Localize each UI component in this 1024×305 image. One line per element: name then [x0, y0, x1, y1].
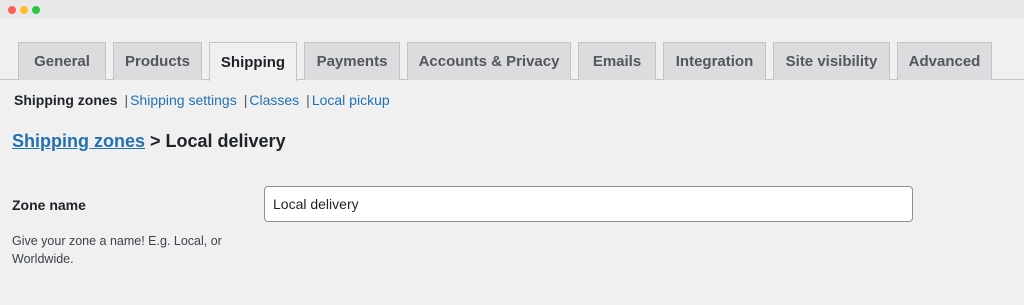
tab-integration[interactable]: Integration	[663, 42, 766, 80]
window-titlebar	[0, 0, 1024, 19]
subnav-separator: |	[124, 92, 129, 108]
subnav-separator: |	[243, 92, 248, 108]
shipping-subnav: Shipping zones | Shipping settings | Cla…	[14, 92, 390, 108]
tab-accounts-privacy[interactable]: Accounts & Privacy	[407, 42, 571, 80]
tab-shipping[interactable]: Shipping	[209, 42, 297, 81]
subnav-classes[interactable]: Classes	[249, 92, 299, 108]
subnav-local-pickup[interactable]: Local pickup	[312, 92, 390, 108]
breadcrumb-arrow: >	[150, 131, 161, 151]
minimize-window-button[interactable]	[20, 6, 28, 14]
close-window-button[interactable]	[8, 6, 16, 14]
tab-general[interactable]: General	[18, 42, 106, 80]
maximize-window-button[interactable]	[32, 6, 40, 14]
subnav-shipping-settings[interactable]: Shipping settings	[130, 92, 237, 108]
page-title: Shipping zones > Local delivery	[12, 131, 286, 152]
tab-site-visibility[interactable]: Site visibility	[773, 42, 890, 80]
subnav-shipping-zones[interactable]: Shipping zones	[14, 92, 117, 108]
tab-products[interactable]: Products	[113, 42, 202, 80]
zone-name-input[interactable]	[264, 186, 913, 222]
tab-emails[interactable]: Emails	[578, 42, 656, 80]
zone-name-description: Give your zone a name! E.g. Local, or Wo…	[12, 234, 222, 266]
tab-advanced[interactable]: Advanced	[897, 42, 992, 80]
zone-name-label: Zone name	[12, 197, 86, 213]
breadcrumb-shipping-zones-link[interactable]: Shipping zones	[12, 131, 145, 151]
tab-payments[interactable]: Payments	[304, 42, 400, 80]
zone-title: Local delivery	[165, 131, 286, 151]
subnav-separator: |	[306, 92, 310, 108]
settings-tabs: General Products Shipping Payments Accou…	[18, 42, 992, 81]
